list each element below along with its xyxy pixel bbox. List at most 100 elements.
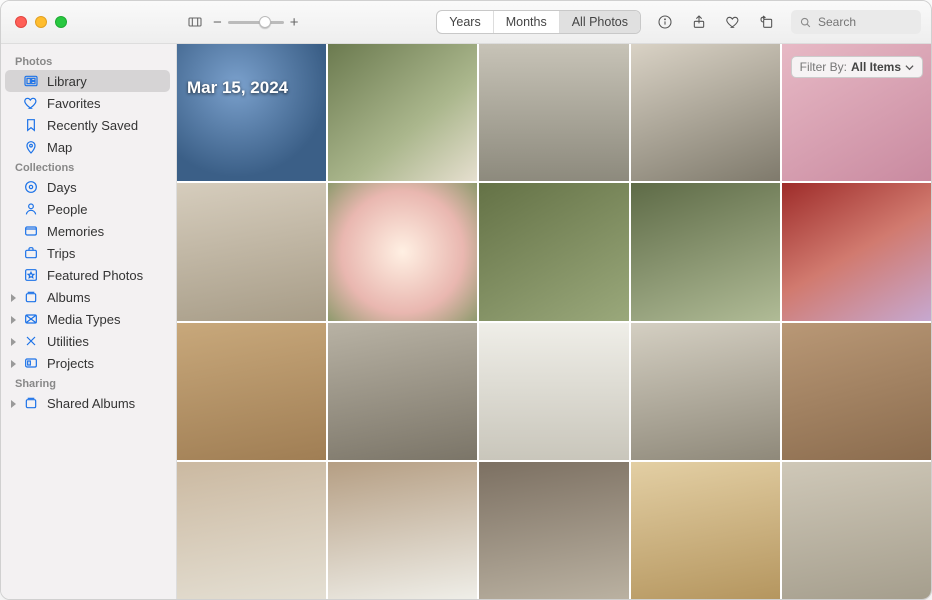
calendar-icon [23,179,39,195]
sidebar-section-header: Sharing [5,374,170,392]
map-pin-icon [23,139,39,155]
filter-value: All Items [851,60,901,74]
tab-months[interactable]: Months [493,11,559,33]
sidebar-item-label: Memories [47,224,104,239]
albums-icon [23,289,39,305]
projects-icon [23,355,39,371]
photo-thumbnail[interactable] [631,44,780,181]
tab-years[interactable]: Years [437,11,493,33]
sidebar-item-media-types[interactable]: Media Types [5,308,170,330]
window-body: Photos Library Favorites Recently Saved … [1,44,931,599]
photo-thumbnail[interactable] [631,183,780,320]
photo-aspect-toggle[interactable] [187,14,203,30]
photo-thumbnail[interactable] [177,323,326,460]
sidebar-item-label: Days [47,180,77,195]
sidebar-item-memories[interactable]: Memories [5,220,170,242]
photo-thumbnail[interactable] [328,462,477,599]
photo-thumbnail[interactable] [782,183,931,320]
photo-thumbnail[interactable] [177,183,326,320]
sidebar-item-favorites[interactable]: Favorites [5,92,170,114]
share-button[interactable] [685,10,713,34]
sidebar-item-projects[interactable]: Projects [5,352,170,374]
sidebar-item-label: People [47,202,87,217]
info-icon [657,14,673,30]
minimize-window-button[interactable] [35,16,47,28]
zoom-in-button[interactable]: + [290,14,299,31]
person-icon [23,201,39,217]
search-field[interactable] [791,10,921,34]
photo-thumbnail[interactable] [177,462,326,599]
filter-dropdown[interactable]: Filter By: All Items [791,56,923,78]
photos-app-window: − + Years Months All Photos [0,0,932,600]
heart-icon [23,95,39,111]
zoom-control: − + [213,14,299,31]
star-frame-icon [23,267,39,283]
window-controls [1,16,177,28]
photo-thumbnail[interactable] [328,183,477,320]
photo-library-icon [23,73,39,89]
date-header: Mar 15, 2024 [187,78,288,98]
photo-thumbnail[interactable] [479,323,628,460]
sidebar-item-shared-albums[interactable]: Shared Albums [5,392,170,414]
titlebar: − + Years Months All Photos [1,1,931,44]
photo-grid [177,44,931,599]
suitcase-icon [23,245,39,261]
sidebar-item-label: Media Types [47,312,120,327]
photo-thumbnail[interactable] [479,44,628,181]
search-icon [799,16,812,29]
sidebar-item-label: Favorites [47,96,100,111]
sidebar-item-label: Featured Photos [47,268,143,283]
sidebar-item-utilities[interactable]: Utilities [5,330,170,352]
sidebar-item-featured-photos[interactable]: Featured Photos [5,264,170,286]
sidebar-item-recently-saved[interactable]: Recently Saved [5,114,170,136]
sidebar-item-label: Utilities [47,334,89,349]
sidebar-item-days[interactable]: Days [5,176,170,198]
zoom-out-button[interactable]: − [213,14,222,31]
sidebar-item-label: Recently Saved [47,118,138,133]
rotate-button[interactable] [753,10,781,34]
photo-thumbnail[interactable] [631,323,780,460]
sidebar-item-map[interactable]: Map [5,136,170,158]
share-icon [691,14,707,30]
shared-albums-icon [23,395,39,411]
bookmark-icon [23,117,39,133]
aspect-icon [187,14,203,30]
sidebar-item-label: Albums [47,290,90,305]
sidebar-item-label: Trips [47,246,75,261]
utilities-icon [23,333,39,349]
sidebar: Photos Library Favorites Recently Saved … [1,44,177,599]
zoom-slider[interactable] [228,21,284,24]
fullscreen-window-button[interactable] [55,16,67,28]
photo-thumbnail[interactable] [328,323,477,460]
filter-label: Filter By: [800,60,847,74]
sidebar-item-label: Projects [47,356,94,371]
sparkles-icon [23,223,39,239]
photo-grid-area: Mar 15, 2024 Filter By: All Items [177,44,931,599]
tab-all-photos[interactable]: All Photos [559,11,640,33]
sidebar-item-library[interactable]: Library [5,70,170,92]
sidebar-section-header: Collections [5,158,170,176]
search-input[interactable] [818,15,908,29]
photo-thumbnail[interactable] [328,44,477,181]
photo-thumbnail[interactable] [479,183,628,320]
toolbar-actions [651,10,781,34]
sidebar-section-header: Photos [5,52,170,70]
photo-thumbnail[interactable] [782,462,931,599]
photo-thumbnail[interactable] [177,44,326,181]
photo-thumbnail[interactable] [479,462,628,599]
favorite-button[interactable] [719,10,747,34]
view-mode-tabs: Years Months All Photos [436,10,641,34]
sidebar-item-label: Map [47,140,72,155]
sidebar-item-trips[interactable]: Trips [5,242,170,264]
sidebar-item-label: Shared Albums [47,396,135,411]
chevron-down-icon [905,63,914,72]
close-window-button[interactable] [15,16,27,28]
info-button[interactable] [651,10,679,34]
sidebar-item-albums[interactable]: Albums [5,286,170,308]
sidebar-item-label: Library [47,74,87,89]
photo-thumbnail[interactable] [631,462,780,599]
photo-thumbnail[interactable] [782,323,931,460]
sidebar-item-people[interactable]: People [5,198,170,220]
media-types-icon [23,311,39,327]
toolbar: − + Years Months All Photos [177,10,931,34]
